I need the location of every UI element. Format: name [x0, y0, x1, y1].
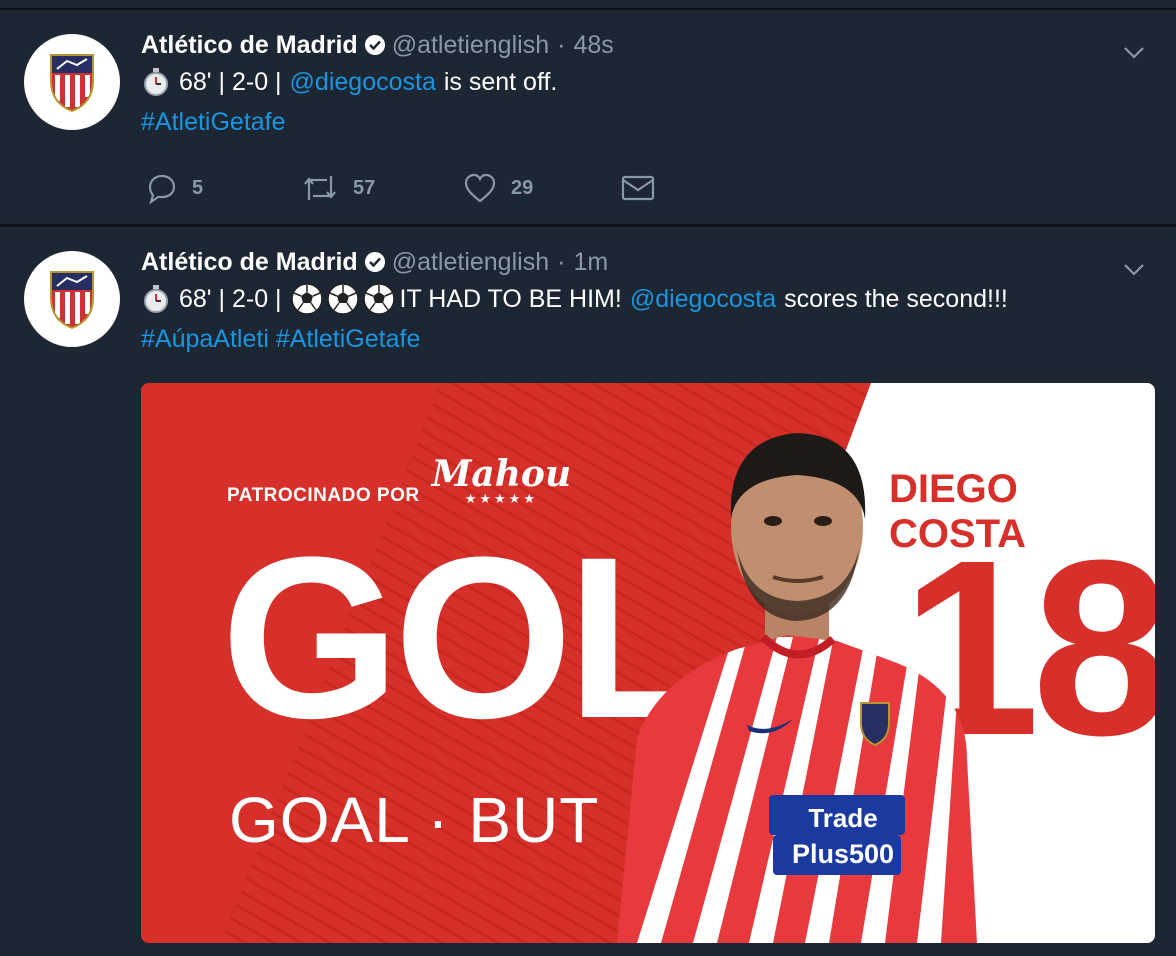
tweet-text: 68' | 2-0 | @diegocosta is sent off.	[141, 62, 1136, 102]
like-icon	[464, 173, 496, 203]
atletico-crest-icon	[50, 271, 94, 330]
chevron-down-icon[interactable]	[1122, 40, 1146, 64]
soccer-ball-icon	[290, 282, 324, 316]
tweet-media-image[interactable]: PATROCINADO POR Mahou ★★★★★ GOL GOAL · B…	[141, 383, 1155, 943]
verified-badge-icon	[364, 34, 386, 56]
direct-message-button[interactable]	[621, 174, 655, 202]
tweet-text-suffix: scores the second!!!	[784, 285, 1008, 313]
hashtag-link[interactable]: #AúpaAtleti #AtletiGetafe	[141, 319, 1136, 359]
reply-icon	[148, 174, 176, 204]
avatar[interactable]	[24, 34, 120, 130]
direct-message-icon	[621, 175, 655, 201]
soccer-ball-icon	[326, 282, 360, 316]
tweet-content: Atlético de Madrid @atletienglish · 48s …	[141, 28, 1136, 142]
like-count: 29	[511, 176, 534, 199]
shirt-sponsor-line2: Plus500	[791, 839, 895, 869]
mention-link[interactable]: @diegocosta	[630, 279, 776, 319]
subline: GOAL · BUT	[229, 784, 600, 856]
retweet-count: 57	[353, 176, 376, 199]
author-name[interactable]: Atlético de Madrid	[141, 31, 358, 60]
tweet-header: Atlético de Madrid @atletienglish · 1m	[141, 245, 1136, 279]
reply-count: 5	[192, 176, 204, 199]
author-handle[interactable]: @atletienglish	[392, 248, 549, 277]
tweet-text-prefix: 68' | 2-0 |	[179, 68, 282, 96]
stopwatch-icon	[141, 67, 171, 97]
tweet[interactable]: Atlético de Madrid @atletienglish · 1m 6…	[0, 227, 1176, 956]
like-button[interactable]: 29	[463, 172, 621, 204]
separator: ·	[557, 247, 566, 276]
timestamp[interactable]: 1m	[573, 248, 608, 277]
avatar[interactable]	[24, 251, 120, 347]
sponsor-label: PATROCINADO POR	[227, 485, 420, 506]
separator: ·	[557, 30, 566, 59]
hashtag-link[interactable]: #AtletiGetafe	[141, 102, 1136, 142]
shirt-sponsor-line1: Trade	[808, 803, 878, 833]
timestamp[interactable]: 48s	[573, 31, 613, 60]
stopwatch-icon	[141, 284, 171, 314]
retweet-icon	[304, 176, 336, 200]
tweet-header: Atlético de Madrid @atletienglish · 48s	[141, 28, 1136, 62]
timeline: Atlético de Madrid @atletienglish · 48s …	[0, 0, 1176, 956]
chevron-down-icon[interactable]	[1122, 257, 1146, 281]
tweet-text-middle: IT HAD TO BE HIM!	[399, 285, 622, 313]
author-handle[interactable]: @atletienglish	[392, 31, 549, 60]
retweet-button[interactable]: 57	[301, 172, 463, 204]
mention-link[interactable]: @diegocosta	[290, 62, 436, 102]
author-name[interactable]: Atlético de Madrid	[141, 248, 358, 277]
tweet[interactable]: Atlético de Madrid @atletienglish · 48s …	[0, 10, 1176, 225]
tweet-text: 68' | 2-0 | IT HAD TO BE HIM! @diegocost…	[141, 279, 1136, 319]
tweet-text-prefix: 68' | 2-0 |	[179, 285, 282, 313]
tweet-content: Atlético de Madrid @atletienglish · 1m 6…	[141, 245, 1136, 359]
brand-logo: Mahou ★★★★★	[431, 453, 572, 507]
atletico-crest-icon	[50, 54, 94, 113]
soccer-ball-icon	[362, 282, 396, 316]
sponsor-block: PATROCINADO POR Mahou ★★★★★	[227, 453, 572, 507]
brand-name: Mahou	[431, 453, 572, 495]
verified-badge-icon	[364, 251, 386, 273]
tweet-text-suffix: is sent off.	[443, 68, 558, 96]
tweet-actions: 5 57 29	[146, 170, 655, 206]
reply-button[interactable]: 5	[146, 172, 301, 204]
